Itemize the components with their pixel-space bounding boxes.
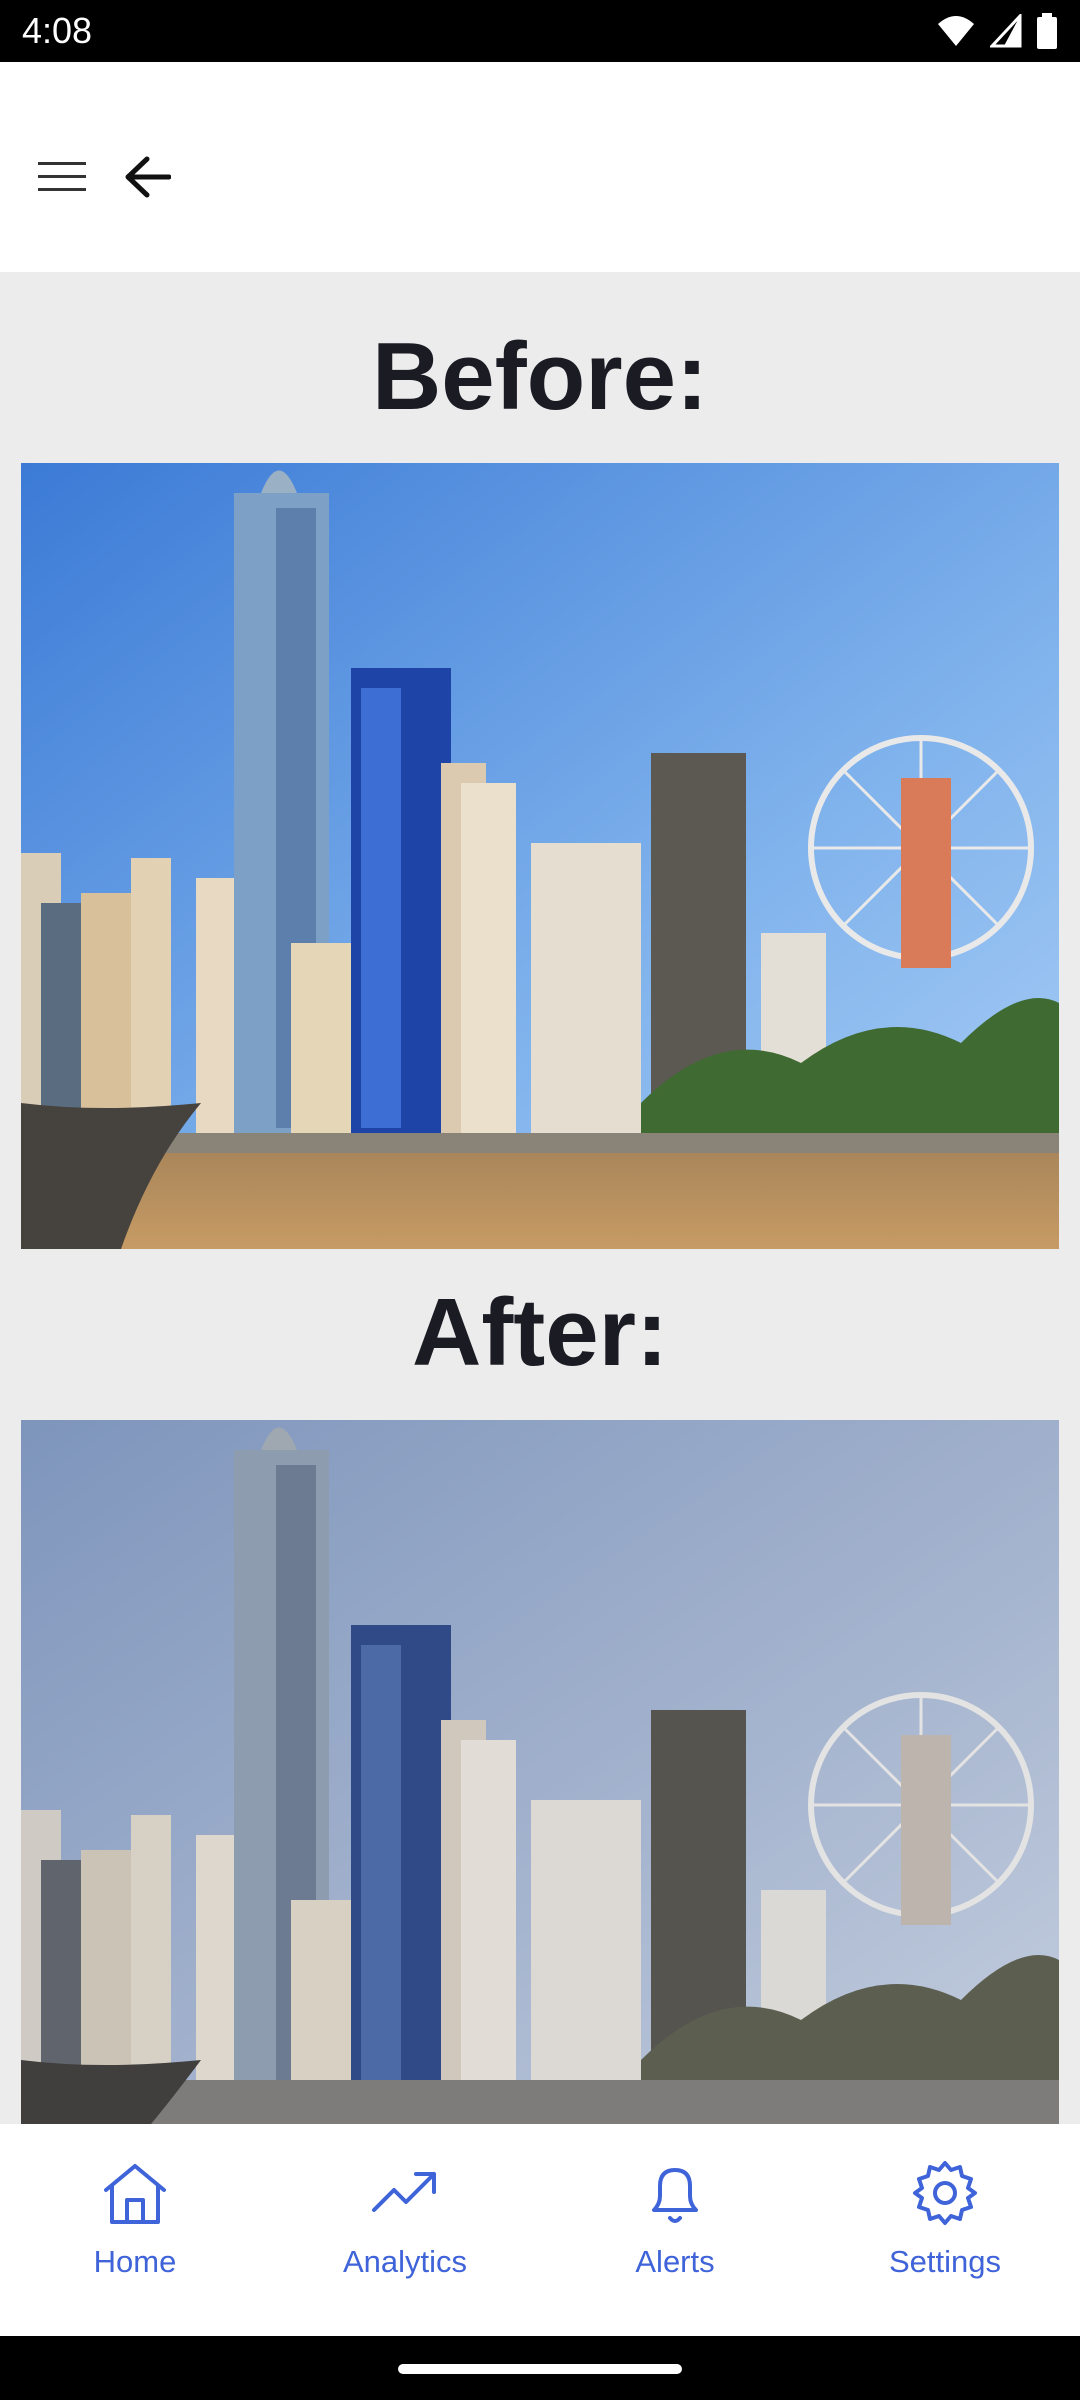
nav-item-alerts[interactable]: Alerts: [540, 2124, 810, 2336]
status-time: 4:08: [22, 10, 93, 51]
trending-up-icon: [372, 2172, 436, 2212]
home-gesture-handle[interactable]: [398, 2364, 682, 2374]
after-photo-illustration: [21, 1420, 1059, 2124]
menu-button[interactable]: [28, 142, 98, 212]
arrow-left-icon: [125, 156, 171, 198]
back-button[interactable]: [112, 142, 182, 212]
battery-icon: [1037, 13, 1057, 49]
nav-label-home: Home: [93, 2244, 177, 2279]
nav-item-home[interactable]: Home: [0, 2124, 270, 2336]
nav-item-analytics[interactable]: Analytics: [270, 2124, 540, 2336]
nav-label-alerts: Alerts: [635, 2244, 715, 2279]
status-icons: [936, 10, 1058, 52]
nav-label-settings: Settings: [888, 2244, 1001, 2279]
wifi-icon: [938, 16, 974, 46]
app-bar: [0, 62, 1080, 272]
home-icon: [104, 2164, 166, 2224]
before-image: [21, 463, 1059, 1249]
comparison-content: Before: After:: [0, 272, 1080, 2124]
nav-label-analytics: Analytics: [342, 2244, 468, 2279]
after-image: [21, 1420, 1059, 2124]
before-photo-illustration: [21, 463, 1059, 1249]
nav-item-settings[interactable]: Settings: [810, 2124, 1080, 2336]
signal-icon: [990, 14, 1022, 48]
bottom-navigation: Home Analytics Alerts Settings: [0, 2124, 1080, 2336]
menu-icon: [38, 162, 86, 191]
status-bar: 4:08: [0, 0, 1080, 62]
gear-icon: [913, 2161, 977, 2225]
bell-icon: [652, 2168, 698, 2223]
before-heading: Before:: [371, 323, 709, 430]
gesture-navigation-area: [0, 2336, 1080, 2400]
after-heading: After:: [412, 1279, 668, 1386]
